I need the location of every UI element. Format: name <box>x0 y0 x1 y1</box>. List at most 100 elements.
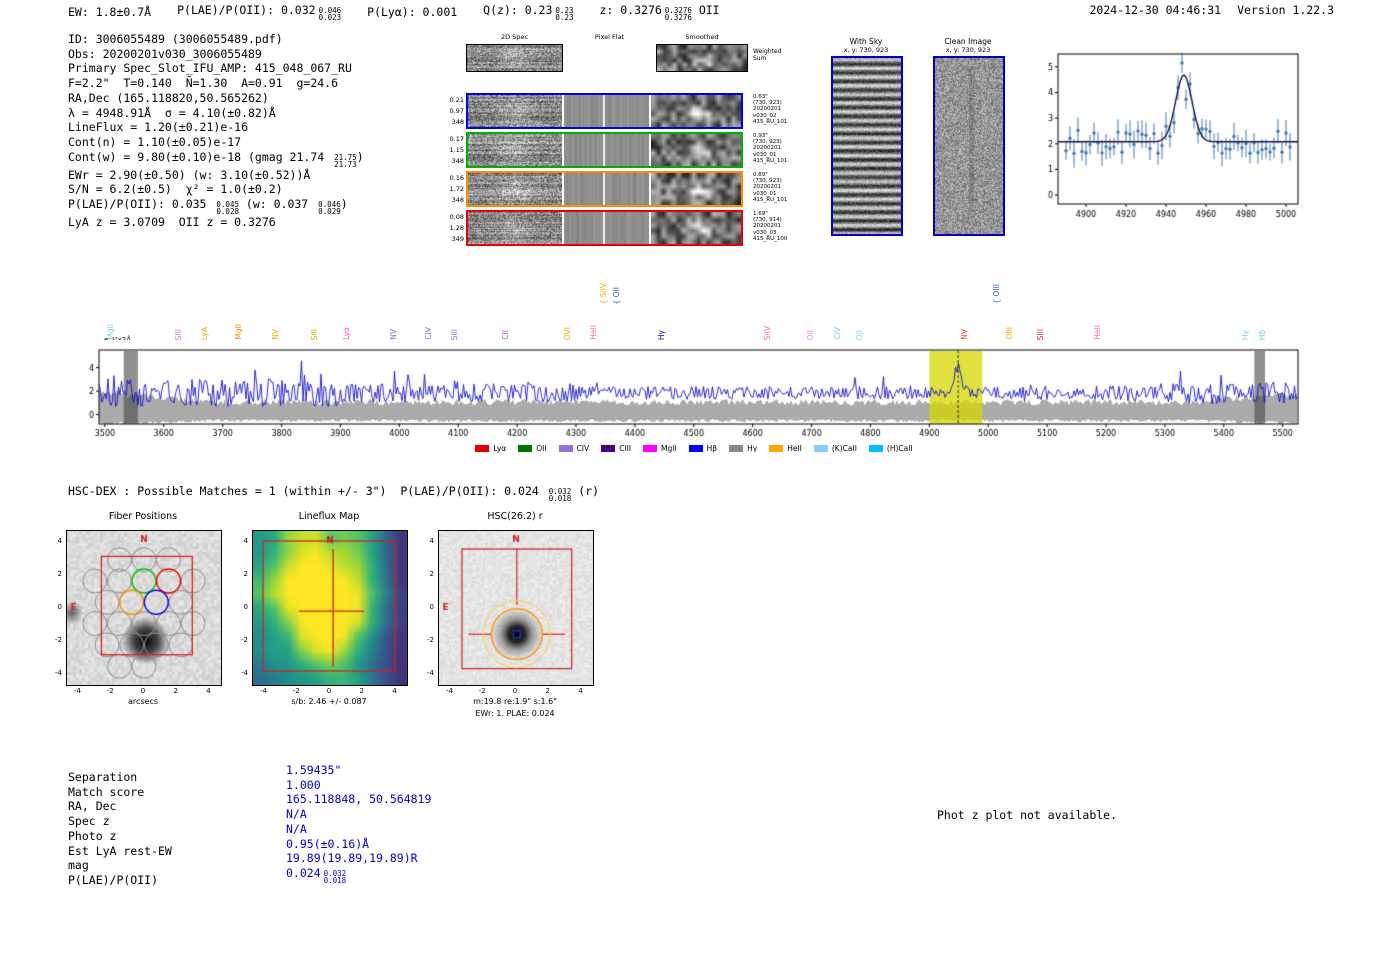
match-row-plae: P(LAE)/P(OII) 0.024 0.032 0.018 <box>68 865 347 887</box>
spectral-line-label: OII <box>805 329 815 340</box>
spectral-line-label: Lyα <box>342 327 352 340</box>
spectral-line-label: { OII <box>612 286 622 304</box>
summary-header: EW: 1.8±0.7Å P(LAE)/P(OII): 0.032 0.046 0.… <box>68 3 720 21</box>
legend-swatch <box>601 445 616 452</box>
axis-tick-label: 2 <box>243 570 248 579</box>
info-line-radec: RA,Dec (165.118820,50.565262) <box>68 90 269 105</box>
axis-tick-label: 4 <box>392 687 397 695</box>
info-line-obs: Obs: 20200201v030_3006055489 <box>68 46 262 61</box>
fiber4-pixelflat-canvas <box>564 212 649 244</box>
spectral-line-label: HeII <box>1092 325 1102 340</box>
report-timestamp: 2024-12-30 04:46:31 <box>1089 3 1222 17</box>
match-row-separation: Separation 1.59435" <box>68 763 342 784</box>
axis-tick-label: -4 <box>259 687 267 695</box>
fiber1-2dspec-canvas <box>468 95 562 127</box>
spec2d-fiber-row-2 <box>466 132 743 168</box>
elixer-report-page: EW: 1.8±0.7Å P(LAE)/P(OII): 0.032 0.046 0.… <box>0 0 1400 953</box>
axis-tick-label: -4 <box>55 668 62 677</box>
legend-item: Lyα <box>475 444 506 453</box>
lineflux-caption: s/b: 2.46 +/- 0.087 <box>291 697 367 706</box>
axis-tick-label: -4 <box>445 687 453 695</box>
clean-cutout <box>933 56 1005 236</box>
withsky-coords: x, y: 730, 923 <box>843 46 889 54</box>
fiber-row-weights: 0.08 1.28 349 <box>449 213 464 243</box>
z-type: OII <box>691 3 720 17</box>
spectral-line-label: SIII <box>449 328 459 340</box>
info-line-contn: Cont(n) = 1.10(±0.05)e-17 <box>68 134 242 149</box>
fiber3-pixelflat-canvas <box>564 173 649 205</box>
withsky-canvas <box>833 58 901 234</box>
legend-swatch <box>769 445 784 452</box>
legend-label: Lyα <box>493 444 507 453</box>
legend-swatch <box>518 445 533 452</box>
withsky-cutout <box>831 56 903 236</box>
fiber-row-info-3: 0.89" (730, 923) 20200201 v030_01 415_RU_101 <box>753 172 788 203</box>
legend-swatch <box>688 445 703 452</box>
info-line-contw: Cont(w) = 9.80(±0.10)e-18 (gmag 21.74 21… <box>68 149 364 169</box>
gmag-uncertainty: 21.75 21.73 <box>334 152 357 169</box>
legend-label: CIII <box>619 444 632 453</box>
legend-swatch <box>813 445 828 452</box>
hsc-plae-uncertainty: 0.032 0.018 <box>548 487 572 503</box>
qz-value: Q(z): 0.23 0.23 0.23 <box>483 3 574 22</box>
spectral-line-label: NV <box>388 329 398 340</box>
match-plae-uncertainty: 0.032 0.018 <box>323 868 347 885</box>
z-uncertainty: 0.3276 0.3276 <box>664 6 692 22</box>
fiber-row-info-4: 1.69" (730, 914) 20200201 v030_03 415_RU_100 <box>753 211 788 242</box>
timestamp-version: 2024-12-30 04:46:31 Version 1.22.3 <box>1090 3 1335 17</box>
info-line-redshifts: LyA z = 3.0709 OII z = 0.3276 <box>68 215 276 230</box>
spectral-line-label: OII <box>855 329 865 340</box>
weighted-sum-label: Weighted Sum <box>753 48 782 62</box>
axis-tick-label: 4 <box>578 687 583 695</box>
catalog-match-table: Separation 1.59435" Match score 1.000 RA, … <box>68 763 431 891</box>
match-row-mag: mag 19.89(19.89,19.89)R <box>68 851 418 873</box>
legend-label: OII <box>536 444 547 453</box>
axis-tick-label: 0 <box>512 687 518 695</box>
hsc-caption-2: EWr: 1. PLAE: 0.024 <box>475 709 555 718</box>
fiber-row-info-1: 0.63" (730, 923) 20200201 v030_02 415_RU_101 <box>753 94 788 125</box>
axis-tick-label: -2 <box>292 687 300 695</box>
axis-tick-label: 0 <box>429 603 434 611</box>
spectral-line-label: { OIII <box>991 284 1001 304</box>
legend-item: HeII <box>769 444 802 453</box>
legend-swatch <box>643 445 658 452</box>
fiber4-2dspec-canvas <box>468 212 562 244</box>
spectral-line-label: MgII <box>234 324 244 340</box>
fiber-row-weights: 0.21 0.97 348 <box>449 96 464 126</box>
weighted-sum-smoothed-canvas <box>657 45 747 71</box>
clean-coords: x, y: 730, 923 <box>945 46 991 54</box>
legend-swatch <box>729 445 744 452</box>
legend-item: (H)CaII <box>868 444 913 453</box>
info-line-id: ID: 3006055489 (3006055489.pdf) <box>68 32 283 46</box>
spectral-line-label: SiIV <box>763 325 773 340</box>
info-line-plae: P(LAE)/P(OII): 0.035 0.045 0.028 (w: 0.03… <box>68 197 348 217</box>
fiber2-2dspec-canvas <box>468 134 562 166</box>
spec2d-fiber-row-3 <box>466 171 743 207</box>
spectral-line-label: CIV <box>833 327 843 340</box>
qz-uncertainty: 0.23 0.23 <box>555 6 574 22</box>
axis-tick-label: -2 <box>478 687 486 695</box>
ew-value: EW: 1.8±0.7Å <box>68 5 152 19</box>
plae-w-uncertainty: 0.046 0.029 <box>318 200 341 217</box>
axis-tick-label: -4 <box>241 668 248 677</box>
legend-item: Hβ <box>688 444 717 453</box>
info-line-wavelength: λ = 4948.91Å σ = 4.10(±0.82)Å <box>68 105 276 120</box>
legend-item: CIII <box>601 444 631 453</box>
legend-label: (H)CaII <box>886 444 913 453</box>
legend-label: (K)CaII <box>831 444 857 453</box>
fiber-xlabel: arcsecs <box>127 697 159 706</box>
spectral-line-label: { SiIV <box>599 282 609 304</box>
legend-item: MgII <box>643 444 677 453</box>
fiber-row-info-2: 0.93" (730, 923) 20200201 v030_01 415_RU_101 <box>753 133 788 164</box>
spectral-line-label: LyA <box>200 326 210 340</box>
axis-tick-label: 0 <box>243 603 248 611</box>
fiber3-2dspec-canvas <box>468 173 562 205</box>
full-spectrum-plot <box>86 340 1302 440</box>
col-header-pixelflat: Pixel Flat <box>594 33 625 41</box>
fiber1-smoothed-canvas <box>651 95 741 127</box>
spectral-line-label: CII <box>501 330 511 340</box>
axis-tick-label: -2 <box>55 635 62 644</box>
spec2d-fiber-row-4 <box>466 210 743 246</box>
match-row-photoz: Photo z N/A <box>68 821 307 843</box>
fiber-positions-title: Fiber Positions <box>108 511 178 522</box>
